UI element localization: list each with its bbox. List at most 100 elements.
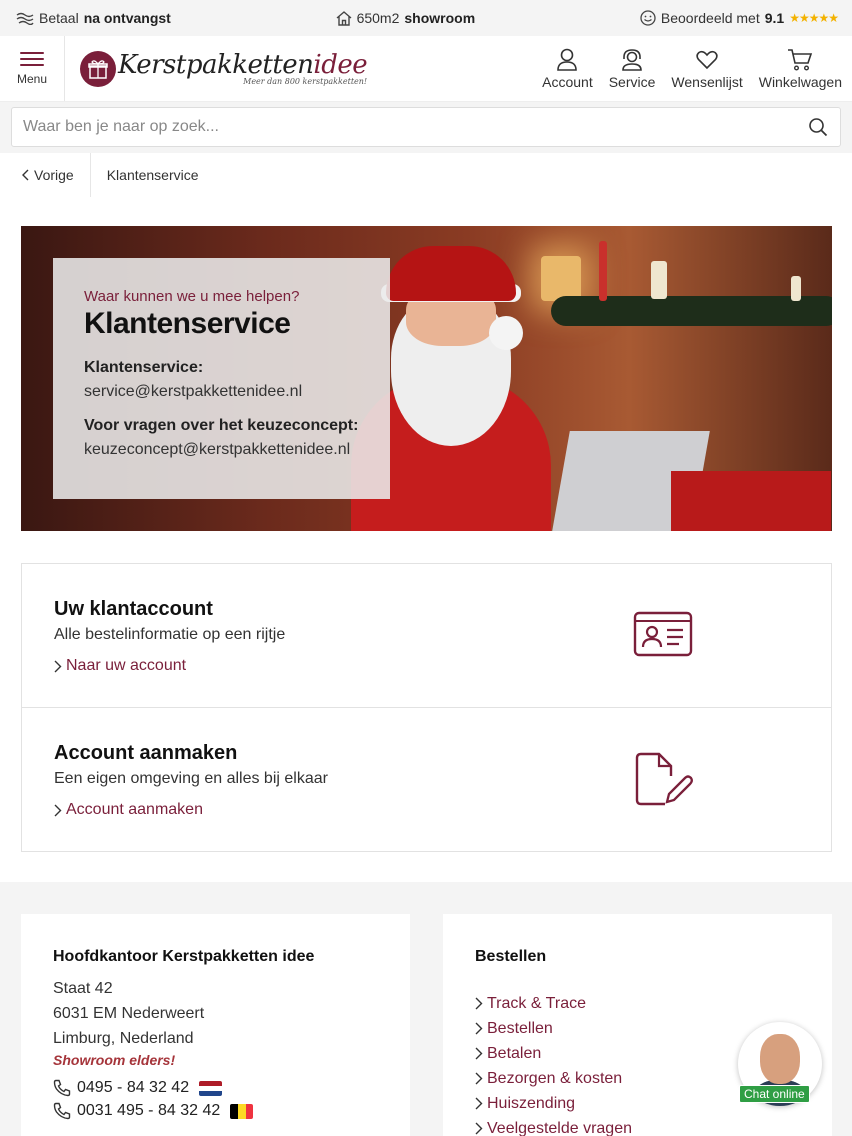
card-text: Alle bestelinformatie op een rijtje [54, 626, 286, 643]
candle-decoration [599, 241, 607, 301]
card-title: Account aanmaken [54, 742, 238, 764]
footer-link-label: Bezorgen & kosten [487, 1069, 623, 1087]
service-email-link[interactable]: service@kerstpakkettenidee.nl [84, 383, 370, 401]
chevron-right-icon [475, 1097, 483, 1110]
footer: Hoofdkantoor Kerstpakketten idee Staat 4… [0, 882, 852, 1136]
nav-cart[interactable]: Winkelwagen [759, 48, 842, 90]
phone-nl-number: 0495 - 84 32 42 [77, 1079, 190, 1096]
money-icon [16, 12, 34, 25]
garland-decoration [551, 296, 832, 326]
account-link[interactable]: Naar uw account [54, 657, 831, 675]
santa-hat-image [386, 246, 516, 301]
phone-nl[interactable]: 0495 - 84 32 42 [53, 1079, 410, 1097]
usp-showroom-prefix: 650m2 [356, 10, 400, 26]
chevron-right-icon [475, 1122, 483, 1135]
search-box [11, 107, 841, 147]
chevron-right-icon [475, 1072, 483, 1085]
breadcrumb-back[interactable]: Vorige [0, 153, 91, 197]
concept-email-label: Voor vragen over het keuzeconcept: [84, 417, 359, 434]
belgian-flag-icon [230, 1103, 254, 1119]
create-account-link-label: Account aanmaken [66, 801, 203, 818]
lantern-decoration [541, 256, 581, 301]
edit-document-icon [635, 752, 693, 806]
nav-account[interactable]: Account [542, 48, 593, 90]
usp-payment: Betaal na ontvangst [16, 10, 171, 26]
search-bar [0, 102, 852, 153]
footer-link-label: Veelgestelde vragen [487, 1119, 632, 1136]
breadcrumb: Vorige Klantenservice [0, 153, 852, 197]
smiley-icon [640, 10, 656, 26]
showroom-link[interactable]: Showroom elders! [53, 1052, 410, 1068]
chevron-right-icon [54, 804, 62, 816]
card-title: Uw klantaccount [54, 598, 213, 620]
order-title: Bestellen [475, 948, 547, 965]
footer-link-track-trace[interactable]: Track & Trace [475, 991, 832, 1016]
account-link-label: Naar uw account [66, 657, 187, 674]
search-input[interactable] [23, 118, 808, 136]
hero-banner: Waar kunnen we u mee helpen? Klantenserv… [21, 226, 832, 531]
nav-service[interactable]: Service [608, 48, 656, 90]
gift-image [671, 471, 831, 531]
site-logo[interactable]: Kerstpakkettenidee Meer dan 800 kerstpak… [80, 49, 368, 87]
logo-name-b: idee [313, 49, 368, 80]
breadcrumb-back-label: Vorige [34, 167, 74, 183]
logo-name-a: Kerstpakketten [118, 49, 314, 80]
house-icon [336, 10, 352, 26]
rating-prefix: Beoordeeld met [660, 10, 760, 26]
usp-bar: Betaal na ontvangst 650m2 showroom Beoor… [0, 0, 852, 36]
page-title: Klantenservice [84, 307, 291, 340]
usp-payment-prefix: Betaal [39, 10, 79, 26]
card-text: Een eigen omgeving en alles bij elkaar [54, 770, 328, 787]
phone-icon [53, 1079, 71, 1097]
office-title: Hoofdkantoor Kerstpakketten idee [53, 948, 315, 965]
nav-service-label: Service [608, 73, 656, 90]
chevron-right-icon [475, 1047, 483, 1060]
footer-office: Hoofdkantoor Kerstpakketten idee Staat 4… [21, 914, 410, 1136]
hero-contact-card: Waar kunnen we u mee helpen? Klantenserv… [53, 258, 390, 499]
phone-icon [53, 1102, 71, 1120]
hero-subtitle: Waar kunnen we u mee helpen? [84, 288, 300, 305]
rating-value: 9.1 [764, 10, 785, 26]
chevron-right-icon [54, 660, 62, 672]
footer-link-label: Bestellen [487, 1019, 553, 1037]
hamburger-icon [20, 51, 44, 66]
chat-agent-head [760, 1034, 800, 1084]
chevron-right-icon [475, 1022, 483, 1035]
nav-wishlist-label: Wensenlijst [671, 73, 743, 90]
gift-logo-icon [80, 50, 116, 87]
headset-icon [622, 48, 642, 71]
usp-showroom: 650m2 showroom [336, 10, 476, 26]
search-icon[interactable] [808, 117, 828, 137]
office-street: Staat 42 [53, 980, 113, 997]
usp-payment-bold: na ontvangst [83, 10, 171, 26]
concept-email-link[interactable]: keuzeconcept@kerstpakkettenidee.nl [84, 441, 370, 459]
office-region: Limburg, Nederland [53, 1030, 194, 1047]
nav-wishlist[interactable]: Wensenlijst [671, 48, 743, 90]
breadcrumb-current: Klantenservice [106, 167, 199, 183]
card-customer-account: Uw klantaccount Alle bestelinformatie op… [22, 564, 831, 707]
office-address: Staat 42 6031 EM Nederweert Limburg, Ned… [53, 976, 410, 1051]
phone-be-number: 0031 495 - 84 32 42 [77, 1102, 221, 1119]
footer-link-label: Betalen [487, 1044, 542, 1062]
logo-wordmark: Kerstpakkettenidee [118, 49, 368, 80]
heart-icon [696, 50, 718, 69]
office-city: 6031 EM Nederweert [53, 1005, 205, 1022]
usp-showroom-bold: showroom [404, 10, 476, 26]
chevron-left-icon [22, 169, 29, 181]
id-card-icon [633, 611, 693, 657]
phone-be[interactable]: 0031 495 - 84 32 42 [53, 1102, 410, 1120]
create-account-link[interactable]: Account aanmaken [54, 801, 831, 819]
usp-rating[interactable]: Beoordeeld met 9.1 ★★★★★ [640, 10, 839, 26]
footer-link-label: Track & Trace [487, 994, 586, 1012]
site-header: Menu Kerstpakkettenidee Meer dan 800 ker… [0, 36, 852, 102]
menu-label: Menu [16, 71, 48, 86]
service-email-label: Klantenservice: [84, 359, 204, 376]
santa-pompom-image [489, 316, 523, 350]
menu-button[interactable]: Menu [0, 36, 65, 101]
chevron-right-icon [475, 997, 483, 1010]
footer-link-faq[interactable]: Veelgestelde vragen [475, 1116, 832, 1136]
footer-link-label: Huiszending [487, 1094, 576, 1112]
chat-online-badge[interactable]: Chat online [739, 1085, 810, 1103]
nav-cart-label: Winkelwagen [758, 73, 842, 90]
dutch-flag-icon [199, 1080, 223, 1096]
